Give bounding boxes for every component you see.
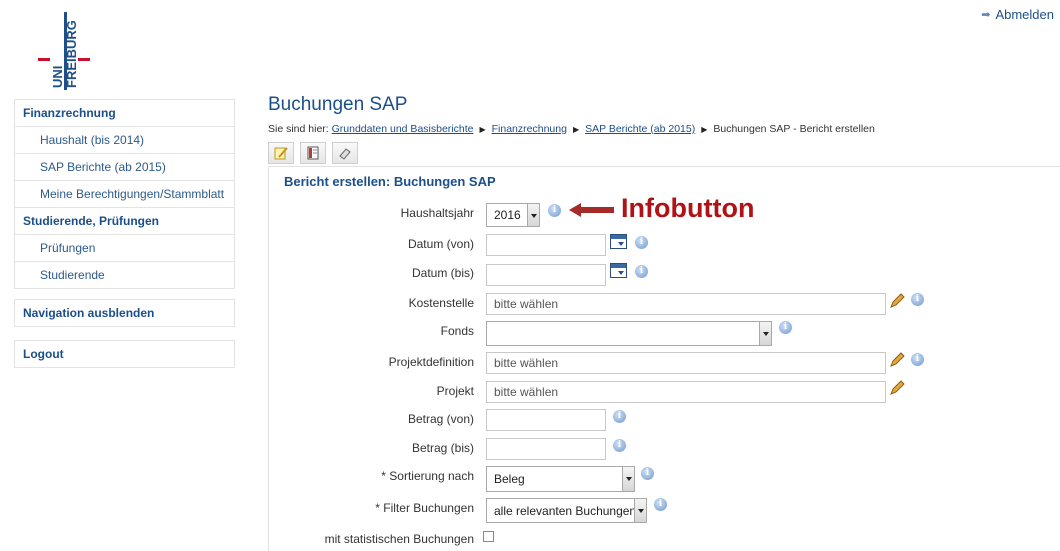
info-icon[interactable]: i <box>613 439 626 452</box>
chevron-down-icon <box>634 499 646 522</box>
form-title: Bericht erstellen: Buchungen SAP <box>284 174 496 189</box>
haushaltsjahr-value: 2016 <box>494 208 521 222</box>
info-icon[interactable]: i <box>911 293 924 306</box>
eraser-icon <box>339 148 351 160</box>
info-icon[interactable]: i <box>613 410 626 423</box>
info-icon[interactable]: i <box>548 204 561 217</box>
projekt-input[interactable]: bitte wählen <box>486 381 886 403</box>
datum-bis-input[interactable] <box>486 264 606 286</box>
filter-label: * Filter Buchungen <box>375 501 474 515</box>
navigation-ausblenden-box: Navigation ausblenden <box>14 299 235 327</box>
sortierung-select[interactable]: Beleg <box>486 466 635 492</box>
breadcrumb-finanzrechnung[interactable]: Finanzrechnung <box>492 123 567 135</box>
abmelden-link[interactable]: ➡ Abmelden <box>981 7 1054 22</box>
statistisch-label: mit statistischen Buchungen <box>324 532 474 546</box>
datum-von-input[interactable] <box>486 234 606 256</box>
breadcrumb-separator-icon: ▶ <box>479 125 486 134</box>
breadcrumb-sap-berichte[interactable]: SAP Berichte (ab 2015) <box>585 123 695 135</box>
calendar-icon[interactable] <box>610 263 627 278</box>
logout-arrow-icon: ➡ <box>981 9 991 21</box>
sidebar-item-finanzrechnung[interactable]: Finanzrechnung <box>15 100 234 127</box>
breadcrumb-separator-icon: ▶ <box>701 125 708 134</box>
info-icon[interactable]: i <box>641 467 654 480</box>
sidebar-item-studierende[interactable]: Studierende <box>15 262 234 288</box>
kostenstelle-label: Kostenstelle <box>408 296 474 310</box>
logo-red-bar-right <box>78 58 90 61</box>
info-icon[interactable]: i <box>635 265 648 278</box>
breadcrumb-grunddaten[interactable]: Grunddaten und Basisberichte <box>332 123 474 135</box>
kostenstelle-input[interactable]: bitte wählen <box>486 293 886 315</box>
projektdefinition-label: Projektdefinition <box>388 355 474 369</box>
info-icon[interactable]: i <box>654 498 667 511</box>
info-icon[interactable]: i <box>779 321 792 334</box>
sidebar-item-pruefungen[interactable]: Prüfungen <box>15 235 234 262</box>
breadcrumb-current: Buchungen SAP - Bericht erstellen <box>713 123 875 135</box>
info-icon[interactable]: i <box>911 353 924 366</box>
document-icon <box>307 146 319 160</box>
datum-bis-label: Datum (bis) <box>411 266 474 280</box>
page-title: Buchungen SAP <box>268 94 408 115</box>
attachment-button[interactable] <box>332 142 358 164</box>
edit-report-button[interactable] <box>268 142 294 164</box>
annotation-arrow-icon <box>569 203 614 217</box>
fonds-label: Fonds <box>440 324 474 338</box>
sortierung-label: * Sortierung nach <box>381 469 474 483</box>
betrag-von-input[interactable] <box>486 409 606 431</box>
fonds-select[interactable] <box>486 321 772 346</box>
report-list-button[interactable] <box>300 142 326 164</box>
haushaltsjahr-label: Haushaltsjahr <box>400 206 474 220</box>
betrag-bis-input[interactable] <box>486 438 606 460</box>
abmelden-label: Abmelden <box>995 7 1054 22</box>
chevron-down-icon <box>759 322 771 345</box>
logo-text-uni: UNI <box>50 65 65 88</box>
sidebar-item-sap-berichte[interactable]: SAP Berichte (ab 2015) <box>15 154 234 181</box>
info-icon[interactable]: i <box>635 236 648 249</box>
filter-select[interactable]: alle relevanten Buchungen <box>486 498 647 523</box>
sidebar-item-haushalt[interactable]: Haushalt (bis 2014) <box>15 127 234 154</box>
pencil-icon[interactable] <box>889 352 905 368</box>
sidebar-item-berechtigungen[interactable]: Meine Berechtigungen/Stammblatt <box>15 181 234 208</box>
haushaltsjahr-select[interactable]: 2016 <box>486 203 540 227</box>
sortierung-value: Beleg <box>494 472 525 486</box>
chevron-down-icon <box>622 467 634 491</box>
statistisch-checkbox[interactable] <box>483 531 494 542</box>
logo-red-bar-left <box>38 58 50 61</box>
logo-text-freiburg: FREIBURG <box>64 20 79 88</box>
breadcrumb: Sie sind hier: Grunddaten und Basisberic… <box>268 123 875 135</box>
breadcrumb-prefix: Sie sind hier: <box>268 123 329 135</box>
notepad-pencil-icon <box>274 147 288 160</box>
betrag-bis-label: Betrag (bis) <box>411 441 474 455</box>
pencil-icon[interactable] <box>889 380 905 396</box>
logout-box: Logout <box>14 340 235 368</box>
projektdefinition-input[interactable]: bitte wählen <box>486 352 886 374</box>
filter-value: alle relevanten Buchungen <box>494 504 637 518</box>
navigation-ausblenden-link[interactable]: Navigation ausblenden <box>15 300 234 326</box>
chevron-down-icon <box>527 204 539 226</box>
projekt-label: Projekt <box>436 384 474 398</box>
betrag-von-label: Betrag (von) <box>407 412 474 426</box>
toolbar <box>268 142 358 164</box>
pencil-icon[interactable] <box>889 293 905 309</box>
breadcrumb-separator-icon: ▶ <box>572 125 580 134</box>
logout-link[interactable]: Logout <box>15 341 234 367</box>
calendar-icon[interactable] <box>610 234 627 249</box>
infobutton-annotation: Infobutton <box>621 193 755 223</box>
uni-freiburg-logo: UNI FREIBURG <box>34 12 96 92</box>
sidebar-item-studierende-pruefungen[interactable]: Studierende, Prüfungen <box>15 208 234 235</box>
sidebar-nav: Finanzrechnung Haushalt (bis 2014) SAP B… <box>14 99 235 289</box>
datum-von-label: Datum (von) <box>407 237 474 251</box>
